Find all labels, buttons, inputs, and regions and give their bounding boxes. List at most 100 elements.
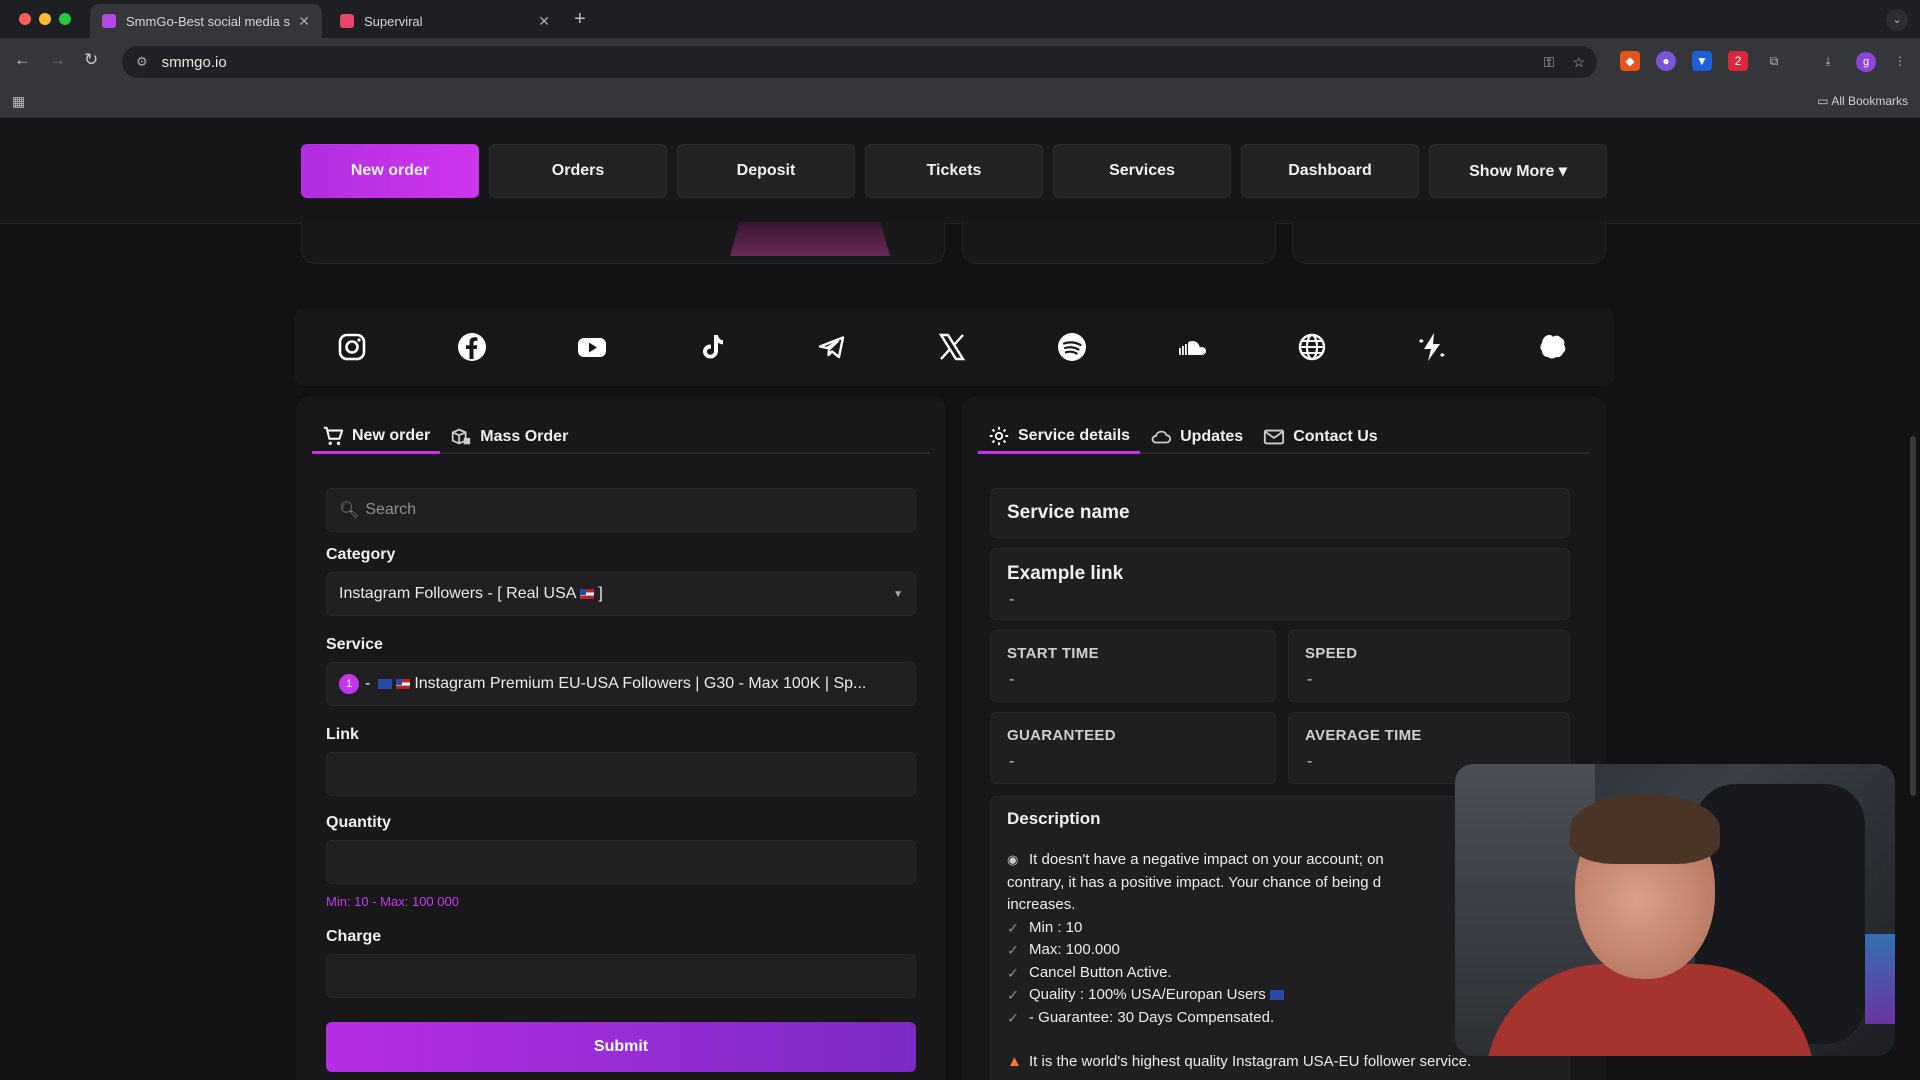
brain-icon[interactable] (1534, 329, 1570, 365)
check-icon: ✓ (1007, 964, 1019, 981)
nav-tickets[interactable]: Tickets (865, 144, 1043, 198)
minimize-window-button[interactable] (39, 13, 51, 25)
youtube-icon[interactable] (574, 329, 610, 365)
password-key-icon[interactable]: ⚿ (1544, 54, 1555, 71)
browser-menu-icon[interactable]: ⋮ (1890, 51, 1910, 71)
guaranteed-value: - (1009, 753, 1015, 770)
tab-contact-us-label: Contact Us (1293, 428, 1378, 445)
search-icon: 🔍︎ (339, 502, 360, 519)
usa-flag-icon (580, 589, 595, 599)
extensions-puzzle-icon[interactable]: ⧉ (1764, 51, 1784, 71)
tiktok-icon[interactable] (694, 329, 730, 365)
reload-icon[interactable]: ↻ (84, 50, 98, 70)
description-line: It is the world's highest quality Instag… (1029, 1053, 1472, 1070)
nav-orders[interactable]: Orders (489, 144, 667, 198)
boxes-icon (452, 428, 471, 445)
category-label: Category (326, 546, 396, 563)
close-tab-icon[interactable]: ✕ (538, 13, 550, 30)
check-icon: ✓ (1007, 987, 1019, 1003)
browser-toolbar: ← → ↻ ⚙ smmgo.io ⚿ ☆ ◆ ● ▼ 2 ⧉ ⤓ g ⋮ (0, 38, 1920, 86)
charge-field (326, 954, 916, 998)
superviral-favicon-icon (340, 14, 354, 28)
tab-updates[interactable]: Updates (1140, 420, 1253, 454)
facebook-icon[interactable] (454, 329, 490, 365)
tab-search-icon[interactable]: ⌄ (1886, 9, 1908, 31)
tab-mass-order[interactable]: Mass Order (440, 420, 578, 454)
chevron-down-icon: ▼ (893, 588, 903, 600)
globe-icon[interactable] (1294, 329, 1330, 365)
quantity-label: Quantity (326, 814, 391, 831)
apps-grid-icon[interactable]: ▦ (12, 93, 25, 110)
profile-avatar[interactable]: g (1856, 52, 1876, 72)
description-line: Min : 10 (1029, 918, 1083, 936)
check-icon: ✓ (1007, 942, 1019, 958)
spotify-icon[interactable] (1054, 329, 1090, 365)
extension-badge-icon[interactable]: 2 (1728, 51, 1748, 71)
nav-tabs: New order Orders Deposit Tickets Service… (301, 144, 1607, 198)
tab-new-order[interactable]: New order (312, 420, 441, 454)
instagram-icon[interactable] (334, 329, 370, 365)
tab-service-details[interactable]: Service details (978, 420, 1141, 454)
nav-deposit[interactable]: Deposit (677, 144, 855, 198)
service-search[interactable]: 🔍︎ (326, 488, 916, 532)
page-scrollbar[interactable] (1910, 436, 1916, 796)
close-tab-icon[interactable]: ✕ (298, 13, 310, 30)
order-form-card: New order Mass Order 🔍︎ Category Instagr… (296, 396, 946, 1080)
new-tab-icon[interactable]: + (574, 8, 586, 31)
charge-label: Charge (326, 928, 382, 945)
smmgo-favicon-icon (102, 14, 116, 28)
stats-card-partial (962, 222, 1276, 264)
nav-show-more[interactable]: Show More ▾ (1429, 144, 1607, 198)
all-bookmarks-link[interactable]: ▭ All Bookmarks (1817, 94, 1908, 108)
forward-icon[interactable]: → (49, 50, 66, 70)
search-input[interactable] (365, 501, 866, 519)
category-value: Instagram Followers - [ Real USA (339, 585, 577, 602)
category-select[interactable]: Instagram Followers - [ Real USA ] ▼ (326, 572, 916, 616)
start-time-box: START TIME - (990, 630, 1276, 702)
webcam-person-hair (1570, 794, 1720, 864)
tab-new-order-label: New order (352, 426, 431, 444)
nav-new-order[interactable]: New order (301, 144, 479, 198)
tab-contact-us[interactable]: Contact Us (1253, 420, 1387, 454)
quantity-input[interactable] (326, 840, 916, 884)
site-info-icon[interactable]: ⚙ (136, 54, 148, 70)
bullet-icon: ◉ (1007, 852, 1019, 867)
extension-fox-icon[interactable]: ◆ (1620, 51, 1640, 71)
description-line: contrary, it has a positive impact. Your… (1007, 873, 1382, 891)
link-input[interactable] (326, 752, 916, 796)
details-tabs: Service details Updates Contact Us (978, 420, 1590, 454)
maximize-window-button[interactable] (59, 13, 71, 25)
guaranteed-label: GUARANTEED (1007, 727, 1116, 744)
service-name-label: Service name (1007, 502, 1130, 523)
back-icon[interactable]: ← (14, 50, 31, 70)
example-link-label: Example link (1007, 563, 1124, 584)
envelope-icon (1264, 429, 1285, 445)
download-icon[interactable]: ⤓ (1818, 51, 1838, 71)
x-icon[interactable] (934, 329, 970, 365)
nav-dashboard[interactable]: Dashboard (1241, 144, 1419, 198)
description-line: increases. (1007, 896, 1076, 913)
browser-tab-bar: SmmGo-Best social media se ✕ Superviral … (0, 0, 1920, 38)
browser-tab-superviral[interactable]: Superviral ✕ (328, 4, 562, 38)
extension-badge-count: 2 (1734, 54, 1742, 68)
service-select[interactable]: 1 - Instagram Premium EU-USA Followers |… (326, 662, 916, 706)
quantity-hint: Min: 10 - Max: 100 000 (326, 894, 459, 909)
spark-icon[interactable] (1414, 329, 1450, 365)
bookmark-star-icon[interactable]: ☆ (1572, 54, 1585, 71)
average-time-label: AVERAGE TIME (1305, 727, 1422, 744)
soundcloud-icon[interactable] (1174, 329, 1210, 365)
extension-shield-icon[interactable]: ▼ (1692, 51, 1712, 71)
browser-tab-smmgo[interactable]: SmmGo-Best social media se ✕ (90, 4, 322, 38)
service-label: Service (326, 636, 383, 653)
submit-button[interactable]: Submit (326, 1022, 916, 1072)
fire-icon: ▲ (1007, 1053, 1022, 1070)
guaranteed-box: GUARANTEED - (990, 712, 1276, 784)
close-window-button[interactable] (19, 13, 31, 25)
telegram-icon[interactable] (814, 329, 850, 365)
address-bar[interactable]: ⚙ smmgo.io ⚿ ☆ (122, 46, 1597, 78)
extension-cloud-icon[interactable]: ● (1656, 51, 1676, 71)
usa-flag-icon (396, 679, 411, 689)
banner-image-partial (730, 222, 890, 256)
nav-services[interactable]: Services (1053, 144, 1231, 198)
order-tabs: New order Mass Order (312, 420, 930, 454)
